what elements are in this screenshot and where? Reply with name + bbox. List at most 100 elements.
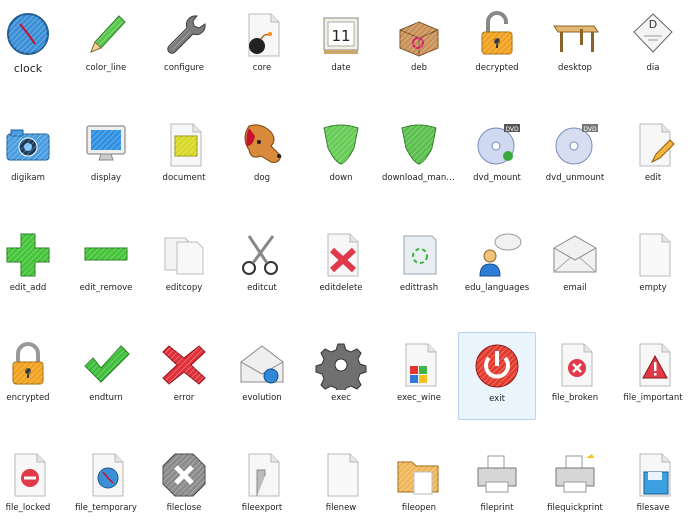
empty-file-icon [626, 228, 680, 280]
icon-tile-exec[interactable]: exec [302, 332, 380, 420]
floppy-icon [626, 448, 680, 500]
plus-icon [1, 228, 55, 280]
icon-label: desktop [558, 63, 592, 73]
svg-text:DVD: DVD [583, 126, 597, 133]
icon-tile-exit[interactable]: exit [458, 332, 536, 420]
icon-tile-editcut[interactable]: editcut [223, 222, 301, 310]
wine-file-icon [392, 338, 446, 390]
icon-label: filequickprint [547, 503, 603, 513]
svg-text:11: 11 [331, 27, 350, 45]
icon-tile-filequickprint[interactable]: filequickprint [536, 442, 614, 530]
icon-tile-evolution[interactable]: evolution [223, 332, 301, 420]
icon-tile-edit-remove[interactable]: edit_remove [67, 222, 145, 310]
icon-label: fileprint [480, 503, 514, 513]
icon-label: fileclose [166, 503, 202, 513]
icon-label: date [331, 63, 351, 73]
svg-text:DVD: DVD [505, 126, 519, 133]
icon-label: dog [254, 173, 270, 183]
icon-tile-encrypted[interactable]: encrypted [0, 332, 67, 420]
icon-tile-color-line[interactable]: color_line [67, 2, 145, 90]
calendar-icon: 11 [314, 8, 368, 60]
icon-tile-configure[interactable]: configure [145, 2, 223, 90]
icon-tile-error[interactable]: error [145, 332, 223, 420]
icon-label: encrypted [6, 393, 50, 403]
icon-tile-fileexport[interactable]: fileexport [223, 442, 301, 530]
icon-tile-clock[interactable]: clock [0, 2, 67, 90]
monitor-icon [79, 118, 133, 170]
icon-tile-dia[interactable]: Ddia [614, 2, 692, 90]
locked-padlock-icon [1, 338, 55, 390]
icon-label: clock [13, 62, 43, 75]
icon-tile-exec-wine[interactable]: exec_wine [380, 332, 458, 420]
bomb-file-icon [235, 8, 289, 60]
icon-tile-desktop[interactable]: desktop [536, 2, 614, 90]
copy-icon [157, 228, 211, 280]
icon-label: download_mana... [382, 173, 458, 183]
dvd-mount-icon: DVD [470, 118, 524, 170]
icon-tile-edit[interactable]: edit [614, 112, 692, 200]
icon-tile-deb[interactable]: deb [380, 2, 458, 90]
icon-label: endturn [89, 393, 123, 403]
icon-tile-fileprint[interactable]: fileprint [458, 442, 536, 530]
icon-tile-fileclose[interactable]: fileclose [145, 442, 223, 530]
delete-file-icon [314, 228, 368, 280]
icon-tile-dvd-unmount[interactable]: DVD dvd_unmount [536, 112, 614, 200]
export-file-icon [235, 448, 289, 500]
icon-tile-file-locked[interactable]: file_locked [0, 442, 67, 530]
icon-label: file_locked [5, 503, 51, 513]
trash-icon [392, 228, 446, 280]
icon-tile-download-mana-[interactable]: download_mana... [380, 112, 458, 200]
icon-label: file_broken [551, 393, 599, 403]
download-shield-icon [392, 118, 446, 170]
icon-tile-dog[interactable]: dog [223, 112, 301, 200]
document-icon [157, 118, 211, 170]
icon-tile-fileopen[interactable]: fileopen [380, 442, 458, 530]
icon-label: file_important [623, 393, 683, 403]
icon-tile-email[interactable]: email [536, 222, 614, 310]
broken-file-icon [548, 338, 602, 390]
quick-printer-icon [548, 448, 602, 500]
icon-label: empty [639, 283, 667, 293]
svg-text:D: D [649, 18, 657, 31]
down-shield-icon [314, 118, 368, 170]
icon-tile-digikam[interactable]: digikam [0, 112, 67, 200]
icon-label: editcopy [165, 283, 203, 293]
icon-label: edu_languages [464, 283, 530, 293]
icon-label: exit [489, 394, 505, 404]
icon-label: dvd_mount [473, 173, 521, 183]
icon-tile-dvd-mount[interactable]: DVD dvd_mount [458, 112, 536, 200]
icon-label: document [162, 173, 206, 183]
icon-tile-filenew[interactable]: filenew [302, 442, 380, 530]
icon-tile-endturn[interactable]: endturn [67, 332, 145, 420]
icon-tile-date[interactable]: 11 date [302, 2, 380, 90]
icon-label: exec [331, 393, 351, 403]
pencil-icon [79, 8, 133, 60]
dog-icon [235, 118, 289, 170]
icon-tile-display[interactable]: display [67, 112, 145, 200]
icon-tile-filesave[interactable]: filesave [614, 442, 692, 530]
icon-label: email [563, 283, 587, 293]
icon-tile-edittrash[interactable]: edittrash [380, 222, 458, 310]
icon-tile-file-broken[interactable]: file_broken [536, 332, 614, 420]
close-octagon-icon [157, 448, 211, 500]
icon-tile-document[interactable]: document [145, 112, 223, 200]
icon-label: filesave [636, 503, 670, 513]
icon-label: editcut [247, 283, 277, 293]
icon-tile-decrypted[interactable]: decrypted [458, 2, 536, 90]
icon-label: edit [644, 173, 662, 183]
icon-tile-down[interactable]: down [302, 112, 380, 200]
icon-tile-file-important[interactable]: file_important [614, 332, 692, 420]
table-icon [548, 8, 602, 60]
temporary-file-icon [79, 448, 133, 500]
icon-tile-editdelete[interactable]: editdelete [302, 222, 380, 310]
icon-tile-file-temporary[interactable]: file_temporary [67, 442, 145, 530]
icon-tile-edu-languages[interactable]: edu_languages [458, 222, 536, 310]
icon-label: digikam [11, 173, 45, 183]
icon-tile-editcopy[interactable]: editcopy [145, 222, 223, 310]
minus-icon [79, 228, 133, 280]
envelope-icon [548, 228, 602, 280]
icon-tile-core[interactable]: core [223, 2, 301, 90]
icon-tile-empty[interactable]: empty [614, 222, 692, 310]
icon-tile-edit-add[interactable]: edit_add [0, 222, 67, 310]
icon-label: filenew [325, 503, 357, 513]
